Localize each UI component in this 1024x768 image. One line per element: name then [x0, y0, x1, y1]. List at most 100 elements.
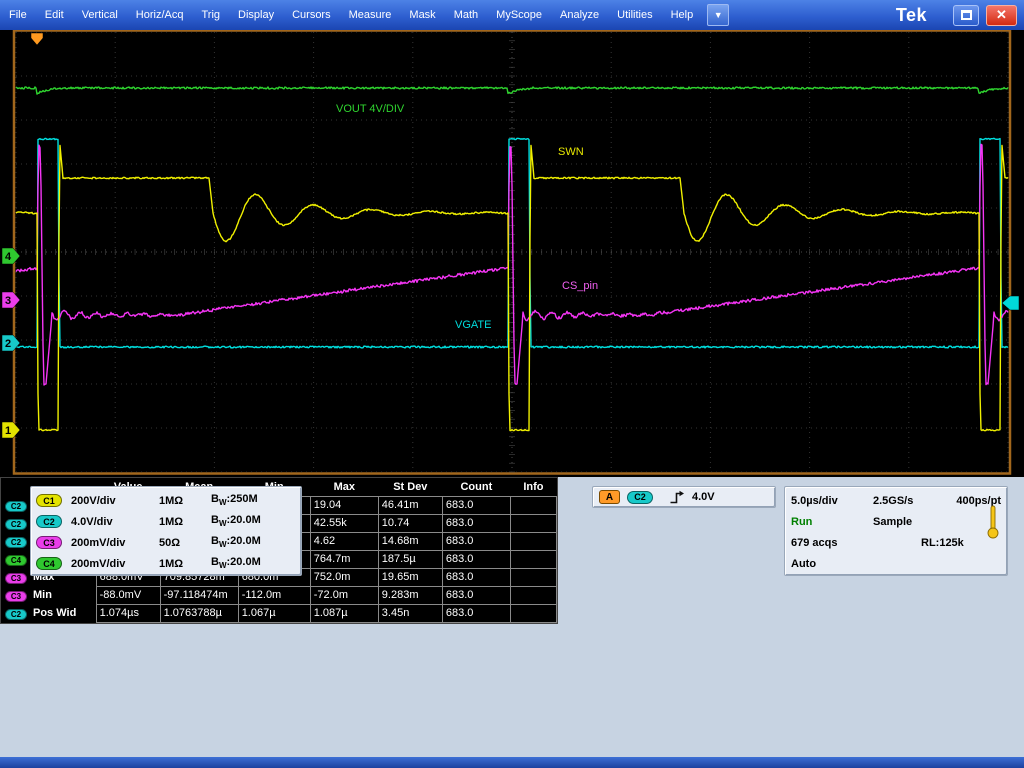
scope-display: 4321VOUT 4V/DIVSWNCS_pinVGATE [0, 30, 1024, 477]
measurement-value: 1.087µ [310, 604, 378, 622]
menu-myscope[interactable]: MyScope [487, 0, 551, 30]
channel-row-c4: C4200mV/div1MΩBW:20.0M [36, 553, 301, 574]
trigger-source-badge[interactable]: C2 [627, 491, 653, 504]
waveform-trace-c4 [16, 87, 1008, 94]
channel-badge-c2[interactable]: C2 [36, 515, 62, 528]
timebase-value[interactable]: 5.0µs/div [791, 495, 873, 507]
measurement-value: 1.074µs [96, 604, 160, 622]
bw-value: :20.0M [227, 514, 261, 526]
channel-scale: 200V/div [71, 495, 159, 507]
bw-prefix: B [211, 535, 219, 547]
menu-horiz-acq[interactable]: Horiz/Acq [127, 0, 193, 30]
menu-vertical[interactable]: Vertical [73, 0, 127, 30]
minimize-button[interactable] [953, 5, 979, 26]
channel-badge-c3: C3 [5, 573, 27, 584]
measurement-value: 764.7m [310, 550, 378, 568]
rising-edge-icon [669, 490, 685, 505]
measurement-value: 46.41m [378, 496, 442, 514]
meas-header-st-dev: St Dev [378, 478, 442, 496]
measurement-value: -88.0mV [96, 586, 160, 604]
menu-help[interactable]: Help [662, 0, 703, 30]
channel-badge-c4[interactable]: C4 [36, 557, 62, 570]
measurement-value: 10.74 [378, 514, 442, 532]
channel-badge-c3[interactable]: C3 [36, 536, 62, 549]
channel-badge-c2: C2 [5, 609, 27, 620]
trigger-level-value[interactable]: 4.0V [692, 491, 715, 503]
channel-impedance: 1MΩ [159, 495, 211, 507]
bw-prefix: B [211, 514, 219, 526]
measurement-value: 9.283m [378, 586, 442, 604]
trigger-a-badge[interactable]: A [599, 490, 620, 504]
tek-logo: Tek [896, 5, 953, 26]
measurement-name: Pos Wid [33, 607, 76, 619]
acquisition-state: Run [791, 516, 873, 528]
trigger-level-marker[interactable] [1002, 296, 1019, 310]
menu-math[interactable]: Math [445, 0, 487, 30]
bw-prefix: B [211, 493, 219, 505]
channel-row-c3: C3200mV/div50ΩBW:20.0M [36, 532, 301, 553]
close-icon: ✕ [996, 7, 1007, 23]
bw-prefix: B [211, 556, 219, 568]
channel-4-marker-label: 4 [5, 251, 12, 263]
measurement-name: Min [33, 589, 52, 601]
measurement-value [510, 550, 556, 568]
measurement-value: 4.62 [310, 532, 378, 550]
measurement-row: C3Min-88.0mV-97.118474m-112.0m-72.0m9.28… [1, 586, 557, 604]
acquisition-mode: Sample [873, 516, 912, 528]
measurement-value: 752.0m [310, 568, 378, 586]
trigger-source-label: C2 [634, 492, 646, 502]
waveform-area: 4321VOUT 4V/DIVSWNCS_pinVGATE [0, 30, 1024, 477]
measurement-value: 683.0 [442, 568, 510, 586]
graticule [16, 32, 1008, 472]
menu-edit[interactable]: Edit [36, 0, 73, 30]
menu-file[interactable]: File [0, 0, 36, 30]
measurement-value: 187.5µ [378, 550, 442, 568]
channel-badge-c2: C2 [5, 537, 27, 548]
vout-label: VOUT 4V/DIV [336, 103, 405, 115]
bw-value: :20.0M [227, 535, 261, 547]
bw-subscript: W [219, 562, 227, 571]
measurement-value: 683.0 [442, 496, 510, 514]
meas-header-max: Max [310, 478, 378, 496]
measurement-value: 1.0763788µ [160, 604, 238, 622]
trigger-readout-panel: A C2 4.0V [592, 486, 776, 508]
measurement-value [510, 568, 556, 586]
menu-cursors[interactable]: Cursors [283, 0, 340, 30]
bw-value: :250M [227, 493, 258, 505]
minimize-icon [961, 10, 972, 20]
menu-dropdown-button[interactable]: ▼ [707, 4, 729, 26]
cs-pin-label: CS_pin [562, 280, 598, 292]
measurement-row: C2Pos Wid1.074µs1.0763788µ1.067µ1.087µ3.… [1, 604, 557, 622]
channel-3-marker-label: 3 [5, 295, 11, 307]
sample-rate-value: 2.5GS/s [873, 495, 913, 507]
vgate-label: VGATE [455, 319, 491, 331]
channel-rows: C1200V/div1MΩBW:250MC24.0V/div1MΩBW:20.0… [36, 490, 301, 574]
menu-bar: FileEditVerticalHoriz/AcqTrigDisplayCurs… [0, 0, 1024, 30]
readout-area: C1200V/div1MΩBW:250MC24.0V/div1MΩBW:20.0… [0, 477, 1024, 757]
channel-scale: 200mV/div [71, 537, 159, 549]
channel-badge-c1[interactable]: C1 [36, 494, 62, 507]
channel-bandwidth: BW:250M [211, 493, 258, 507]
menu-trig[interactable]: Trig [192, 0, 229, 30]
bw-subscript: W [219, 520, 227, 529]
measurement-value: -112.0m [238, 586, 310, 604]
temperature-indicator-icon [986, 504, 1000, 540]
menu-analyze[interactable]: Analyze [551, 0, 608, 30]
horizontal-status-panel: 5.0µs/div 2.5GS/s 400ps/pt Run Sample 67… [784, 486, 1008, 576]
measurement-value: 683.0 [442, 550, 510, 568]
channel-badge-c3: C3 [5, 591, 27, 602]
measurement-value: 14.68m [378, 532, 442, 550]
channel-bandwidth: BW:20.0M [211, 535, 261, 549]
channel-impedance: 1MΩ [159, 558, 211, 570]
measurement-label: C2 Pos Wid [1, 604, 96, 622]
measurement-value: 683.0 [442, 514, 510, 532]
meas-header-info: Info [510, 478, 556, 496]
record-length: RL:125k [921, 537, 964, 549]
menu-display[interactable]: Display [229, 0, 283, 30]
close-button[interactable]: ✕ [986, 5, 1017, 26]
channel-bandwidth: BW:20.0M [211, 514, 261, 528]
menu-mask[interactable]: Mask [400, 0, 444, 30]
menu-measure[interactable]: Measure [340, 0, 401, 30]
menu-utilities[interactable]: Utilities [608, 0, 661, 30]
trigger-position-marker[interactable] [31, 33, 43, 45]
